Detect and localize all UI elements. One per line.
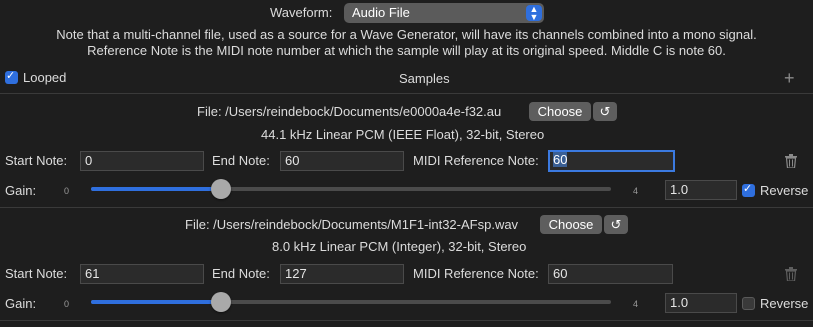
gain-label: Gain: — [5, 296, 37, 311]
looped-checkbox[interactable]: ✓ — [5, 70, 18, 84]
samples-label: Samples — [399, 71, 450, 86]
gain-max-label: 4 — [633, 186, 639, 196]
waveform-label: Waveform: — [270, 5, 333, 20]
choose-button[interactable]: Choose — [540, 215, 602, 234]
reverse-checkbox[interactable] — [742, 297, 755, 310]
midi-reference-note-field[interactable]: 60 — [548, 150, 675, 172]
gain-slider-thumb[interactable] — [211, 292, 231, 312]
start-note-label: Start Note: — [5, 266, 68, 281]
midi-reference-note-label: MIDI Reference Note: — [413, 266, 539, 281]
gain-min-label: 0 — [64, 299, 70, 309]
end-note-label: End Note: — [212, 153, 270, 168]
midi-reference-note-value: 60 — [553, 152, 568, 167]
gain-slider[interactable] — [91, 179, 611, 199]
reverse-label: Reverse — [760, 183, 809, 198]
reverse-checkbox[interactable]: ✓ — [742, 183, 755, 197]
waveform-popup[interactable]: Audio File ▲ ▼ — [344, 3, 544, 23]
sample-file-path: File: /Users/reindebock/Documents/e0000a… — [197, 104, 502, 119]
checkmark-icon: ✓ — [743, 183, 753, 195]
gain-slider-fill — [91, 187, 221, 191]
gain-slider-thumb[interactable] — [211, 179, 231, 199]
gain-max-label: 4 — [633, 299, 639, 309]
divider — [0, 93, 813, 94]
trash-icon[interactable] — [785, 267, 797, 281]
end-note-field[interactable]: 60 — [280, 151, 404, 171]
midi-reference-note-field[interactable]: 60 — [548, 264, 673, 284]
start-note-field[interactable]: 0 — [80, 151, 204, 171]
note-line-2: Reference Note is the MIDI note number a… — [87, 43, 726, 58]
gain-slider-fill — [91, 300, 221, 304]
checkmark-icon: ✓ — [6, 70, 16, 82]
looped-label: Looped — [23, 70, 67, 85]
choose-button[interactable]: Choose — [529, 102, 591, 121]
gain-field[interactable]: 1.0 — [665, 180, 737, 200]
divider — [0, 320, 813, 321]
sample-format: 8.0 kHz Linear PCM (Integer), 32-bit, St… — [272, 239, 527, 254]
gain-slider[interactable] — [91, 292, 611, 312]
gain-field[interactable]: 1.0 — [665, 293, 737, 313]
midi-reference-note-label: MIDI Reference Note: — [413, 153, 539, 168]
start-note-label: Start Note: — [5, 153, 68, 168]
note-line-1: Note that a multi-channel file, used as … — [56, 27, 757, 42]
sample-file-path: File: /Users/reindebock/Documents/M1F1-i… — [185, 217, 519, 232]
chevron-updown-icon: ▲ ▼ — [526, 5, 542, 22]
gain-min-label: 0 — [64, 186, 70, 196]
start-note-field[interactable]: 61 — [80, 264, 204, 284]
end-note-field[interactable]: 127 — [280, 264, 404, 284]
reset-icon[interactable]: ↺ — [604, 215, 628, 234]
trash-icon[interactable] — [785, 154, 797, 168]
gain-label: Gain: — [5, 183, 37, 198]
reverse-label: Reverse — [760, 296, 809, 311]
sample-format: 44.1 kHz Linear PCM (IEEE Float), 32-bit… — [261, 127, 545, 142]
reset-icon[interactable]: ↺ — [593, 102, 617, 121]
add-sample-button[interactable]: + — [784, 68, 795, 89]
waveform-selected-value: Audio File — [352, 5, 410, 20]
divider — [0, 207, 813, 208]
end-note-label: End Note: — [212, 266, 270, 281]
